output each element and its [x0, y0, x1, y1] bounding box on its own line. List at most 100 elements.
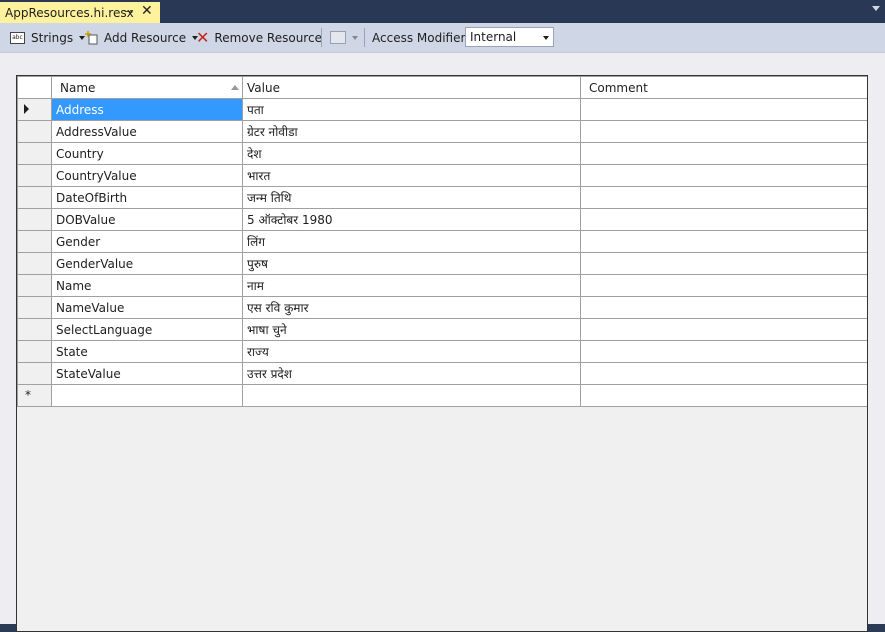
cell-comment[interactable] [580, 362, 867, 385]
table-row[interactable]: Country देश [17, 142, 867, 165]
row-header[interactable] [17, 230, 52, 253]
cell-name[interactable]: StateValue [51, 362, 243, 385]
cell-value[interactable]: एस रवि कुमार [242, 296, 581, 319]
new-cell-value[interactable] [242, 384, 581, 407]
cell-value[interactable]: 5 ऑक्टोबर 1980 [242, 208, 581, 231]
view-dropdown-button[interactable] [330, 23, 358, 52]
new-cell-comment[interactable] [580, 384, 867, 407]
corner-header[interactable] [17, 76, 52, 99]
tab-overflow-chevron-icon[interactable] [872, 6, 880, 11]
cell-comment[interactable] [580, 120, 867, 143]
row-header[interactable] [17, 142, 52, 165]
cell-comment[interactable] [580, 98, 867, 121]
cell-comment[interactable] [580, 252, 867, 275]
cell-value[interactable]: भाषा चुने [242, 318, 581, 341]
cell-comment[interactable] [580, 340, 867, 363]
new-row[interactable]: * [17, 384, 867, 407]
cell-comment[interactable] [580, 164, 867, 187]
row-header[interactable] [17, 296, 52, 319]
remove-resource-button[interactable]: ✕ Remove Resource [196, 23, 322, 52]
new-cell-name[interactable] [51, 384, 243, 407]
resx-editor: abc Strings Add Resource ✕ Remove Resour… [0, 23, 885, 632]
cell-comment[interactable] [580, 208, 867, 231]
table-row[interactable]: GenderValue पुरुष [17, 252, 867, 275]
cell-name[interactable]: SelectLanguage [51, 318, 243, 341]
row-header[interactable] [17, 252, 52, 275]
cell-comment[interactable] [580, 318, 867, 341]
document-tab-strip: AppResources.hi.resx ⊸ ✕ [0, 0, 885, 23]
row-header[interactable] [17, 120, 52, 143]
column-header-comment[interactable]: Comment [580, 76, 867, 99]
current-row-pointer-icon [24, 104, 29, 114]
cell-comment[interactable] [580, 274, 867, 297]
resource-rows: Address पता AddressValue ग्रेटर नोवीडा Count… [17, 98, 867, 407]
cell-name[interactable]: AddressValue [51, 120, 243, 143]
row-header[interactable] [17, 274, 52, 297]
add-resource-label: Add Resource [104, 30, 187, 45]
strings-icon: abc [10, 31, 25, 44]
chevron-down-icon [543, 36, 549, 40]
chevron-down-icon [352, 35, 358, 40]
toolbar-separator [321, 28, 322, 47]
pin-icon[interactable]: ⊸ [124, 5, 133, 18]
access-modifier-select[interactable]: Internal [465, 27, 554, 47]
new-row-header[interactable]: * [17, 384, 52, 407]
table-row[interactable]: DateOfBirth जन्म तिथि [17, 186, 867, 209]
row-header[interactable] [17, 318, 52, 341]
cell-value[interactable]: पुरुष [242, 252, 581, 275]
cell-name[interactable]: DateOfBirth [51, 186, 243, 209]
resource-grid[interactable]: Name Value Comment Address पता AddressValu… [16, 75, 868, 632]
document-tab[interactable]: AppResources.hi.resx ⊸ ✕ [0, 2, 160, 23]
cell-comment[interactable] [580, 296, 867, 319]
row-header[interactable] [17, 362, 52, 385]
cell-name[interactable]: Address [51, 98, 243, 121]
row-header[interactable] [17, 208, 52, 231]
resource-table: Name Value Comment Address पता AddressValu… [17, 76, 867, 407]
row-header[interactable] [17, 340, 52, 363]
table-row[interactable]: AddressValue ग्रेटर नोवीडा [17, 120, 867, 143]
row-header[interactable] [17, 164, 52, 187]
cell-comment[interactable] [580, 142, 867, 165]
cell-name[interactable]: Country [51, 142, 243, 165]
cell-comment[interactable] [580, 230, 867, 253]
cell-value[interactable]: राज्य [242, 340, 581, 363]
add-resource-icon [85, 30, 99, 45]
table-row[interactable]: NameValue एस रवि कुमार [17, 296, 867, 319]
add-resource-button[interactable]: Add Resource [85, 23, 199, 52]
cell-name[interactable]: Gender [51, 230, 243, 253]
resource-toolbar: abc Strings Add Resource ✕ Remove Resour… [0, 23, 885, 53]
row-header[interactable] [17, 98, 52, 121]
table-row[interactable]: CountryValue भारत [17, 164, 867, 187]
table-row[interactable]: Name नाम [17, 274, 867, 297]
cell-name[interactable]: Name [51, 274, 243, 297]
column-header-value[interactable]: Value [242, 76, 581, 99]
cell-value[interactable]: नाम [242, 274, 581, 297]
access-modifier-value: Internal [470, 30, 517, 44]
table-row[interactable]: SelectLanguage भाषा चुने [17, 318, 867, 341]
row-header[interactable] [17, 186, 52, 209]
close-icon[interactable]: ✕ [141, 3, 153, 19]
cell-value[interactable]: लिंग [242, 230, 581, 253]
cell-name[interactable]: DOBValue [51, 208, 243, 231]
table-row[interactable]: DOBValue 5 ऑक्टोबर 1980 [17, 208, 867, 231]
cell-name[interactable]: GenderValue [51, 252, 243, 275]
cell-value[interactable]: ग्रेटर नोवीडा [242, 120, 581, 143]
cell-name[interactable]: CountryValue [51, 164, 243, 187]
cell-value[interactable]: जन्म तिथि [242, 186, 581, 209]
access-modifier-label: Access Modifier: [372, 30, 470, 45]
table-row[interactable]: Gender लिंग [17, 230, 867, 253]
column-header-name[interactable]: Name [51, 76, 243, 99]
cell-comment[interactable] [580, 186, 867, 209]
table-row[interactable]: State राज्य [17, 340, 867, 363]
cell-value[interactable]: पता [242, 98, 581, 121]
cell-value[interactable]: उत्तर प्रदेश [242, 362, 581, 385]
strings-dropdown-button[interactable]: abc Strings [10, 23, 86, 52]
sort-ascending-icon [231, 85, 239, 90]
cell-name[interactable]: State [51, 340, 243, 363]
table-row[interactable]: StateValue उत्तर प्रदेश [17, 362, 867, 385]
cell-name[interactable]: NameValue [51, 296, 243, 319]
cell-value[interactable]: भारत [242, 164, 581, 187]
cell-value[interactable]: देश [242, 142, 581, 165]
table-row[interactable]: Address पता [17, 98, 867, 121]
grid-view-icon [330, 31, 346, 44]
